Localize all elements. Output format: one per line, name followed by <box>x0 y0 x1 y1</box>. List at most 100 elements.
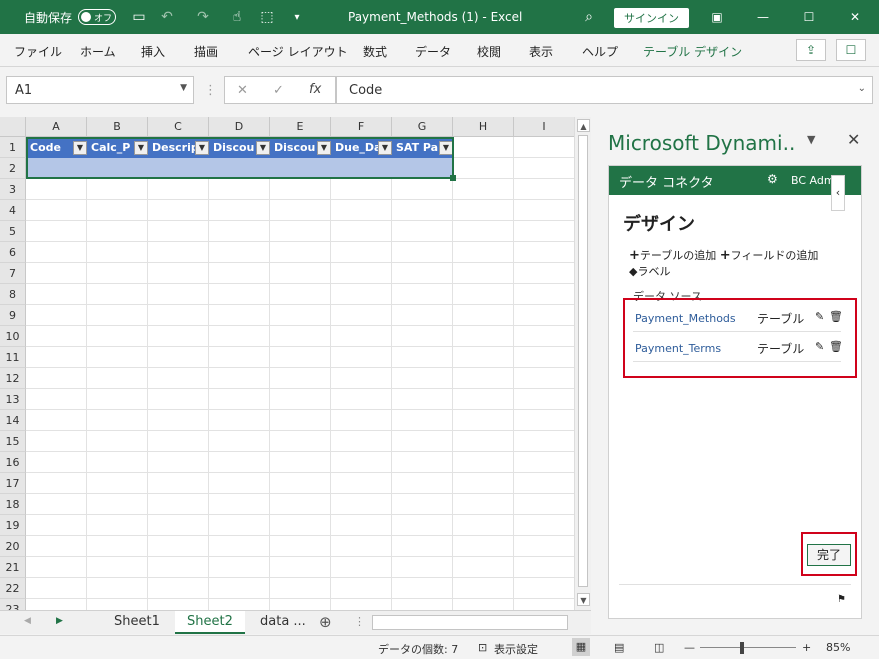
row-header[interactable]: 15 <box>0 431 26 452</box>
spreadsheet-grid[interactable]: ABCDEFGHI 1 2 3 4 5 6 7 8 9 10 11 12 13 14 15 16 17 18 19 2… <box>0 117 574 610</box>
row-header[interactable]: 4 <box>0 200 26 221</box>
fill-handle[interactable] <box>450 175 456 181</box>
flag-icon[interactable]: ⚑ <box>837 594 846 605</box>
normal-view-icon[interactable]: ▦ <box>572 638 590 656</box>
row-header[interactable]: 17 <box>0 473 26 494</box>
scroll-thumb[interactable] <box>578 135 588 587</box>
scroll-up-icon[interactable]: ▲ <box>577 119 590 132</box>
gear-icon[interactable]: ⚙ <box>767 172 778 186</box>
select-all-corner[interactable] <box>0 117 26 137</box>
name-box[interactable]: A1 ▼ <box>6 76 194 104</box>
insert-function-icon[interactable]: fx <box>309 82 321 97</box>
zoom-slider[interactable] <box>700 647 796 648</box>
sheet-tab-sheet2[interactable]: Sheet2 <box>175 611 245 634</box>
tab-home[interactable]: ホーム <box>80 43 116 60</box>
add-field-button[interactable]: +フィールドの追加 <box>720 248 819 263</box>
tab-help[interactable]: ヘルプ <box>582 43 618 60</box>
collapse-pane-icon[interactable]: ‹ <box>831 175 845 211</box>
row-header[interactable]: 19 <box>0 515 26 536</box>
row-header[interactable]: 18 <box>0 494 26 515</box>
row-header[interactable]: 16 <box>0 452 26 473</box>
label-button[interactable]: ◆ラベル <box>629 265 670 278</box>
gridline <box>26 367 574 368</box>
comments-icon[interactable]: ☐ <box>836 39 866 61</box>
column-header[interactable]: B <box>87 117 148 137</box>
display-settings-button[interactable]: 表示設定 <box>494 641 538 657</box>
redo-icon[interactable]: ↷ <box>192 6 214 28</box>
pane-options-icon[interactable]: ▼ <box>807 133 815 146</box>
column-header[interactable]: I <box>514 117 574 137</box>
vertical-scrollbar[interactable]: ▲ ▼ <box>574 117 591 610</box>
minimize-icon[interactable]: — <box>752 6 774 28</box>
tab-draw[interactable]: 描画 <box>194 43 218 60</box>
zoom-in-icon[interactable]: + <box>802 641 811 654</box>
row-header[interactable]: 8 <box>0 284 26 305</box>
save-icon[interactable]: ▭ <box>128 6 150 28</box>
sheet-tab-sheet1[interactable]: Sheet1 <box>102 611 172 634</box>
column-header[interactable]: H <box>453 117 514 137</box>
tab-data[interactable]: データ <box>415 43 451 60</box>
divider-icon[interactable]: ⋮ <box>354 615 365 628</box>
row-header[interactable]: 6 <box>0 242 26 263</box>
add-sheet-icon[interactable]: ⊕ <box>319 613 332 631</box>
select-icon[interactable]: ⬚ <box>256 6 278 28</box>
pane-close-icon[interactable]: ✕ <box>847 130 860 149</box>
signin-button[interactable]: サインイン <box>614 8 689 28</box>
page-break-view-icon[interactable]: ◫ <box>654 641 664 654</box>
row-header[interactable]: 2 <box>0 158 26 179</box>
column-header[interactable]: F <box>331 117 392 137</box>
display-settings-icon[interactable]: ⊡ <box>478 641 487 654</box>
row-header[interactable]: 7 <box>0 263 26 284</box>
maximize-icon[interactable]: ☐ <box>798 6 820 28</box>
column-header[interactable]: E <box>270 117 331 137</box>
sheet-tab-data[interactable]: data ... <box>248 611 318 634</box>
row-header[interactable]: 9 <box>0 305 26 326</box>
column-header[interactable]: C <box>148 117 209 137</box>
tab-review[interactable]: 校閲 <box>477 43 501 60</box>
tab-file[interactable]: ファイル <box>14 43 62 60</box>
chevron-down-icon[interactable]: ▼ <box>180 83 187 93</box>
customize-qat-icon[interactable]: ▾ <box>286 6 308 28</box>
tab-view[interactable]: 表示 <box>529 43 553 60</box>
horizontal-scrollbar[interactable] <box>372 615 568 630</box>
cancel-icon[interactable]: ✕ <box>237 83 248 98</box>
row-header[interactable]: 14 <box>0 410 26 431</box>
row-header[interactable]: 22 <box>0 578 26 599</box>
share-icon[interactable]: ⇪ <box>796 39 826 61</box>
ribbon-display-icon[interactable]: ▣ <box>706 6 728 28</box>
expand-formula-icon[interactable]: ⌄ <box>858 83 866 94</box>
zoom-level[interactable]: 85% <box>826 641 850 654</box>
row-header[interactable]: 3 <box>0 179 26 200</box>
scroll-tabs-right-icon[interactable]: ▶ <box>56 616 63 626</box>
column-header[interactable]: A <box>26 117 87 137</box>
row-header[interactable]: 23 <box>0 599 26 610</box>
tab-page-layout[interactable]: ページ レイアウト <box>248 43 348 60</box>
column-header[interactable]: G <box>392 117 453 137</box>
add-table-button[interactable]: +テーブルの追加 <box>629 248 716 263</box>
page-layout-view-icon[interactable]: ▤ <box>614 641 624 654</box>
formula-input[interactable]: Code ⌄ <box>336 76 873 104</box>
column-header[interactable]: D <box>209 117 270 137</box>
zoom-slider-thumb[interactable] <box>740 642 744 654</box>
gridline <box>391 137 392 610</box>
search-icon[interactable]: ⌕ <box>578 6 600 28</box>
undo-icon[interactable]: ↶ <box>156 6 178 28</box>
row-header[interactable]: 5 <box>0 221 26 242</box>
tab-table-design[interactable]: テーブル デザイン <box>643 43 742 60</box>
enter-icon[interactable]: ✓ <box>273 83 284 98</box>
scroll-down-icon[interactable]: ▼ <box>577 593 590 606</box>
row-header[interactable]: 10 <box>0 326 26 347</box>
tab-insert[interactable]: 挿入 <box>141 43 165 60</box>
zoom-out-icon[interactable]: — <box>684 641 695 654</box>
touch-mode-icon[interactable]: ☝ <box>226 6 248 28</box>
row-header[interactable]: 20 <box>0 536 26 557</box>
scroll-tabs-left-icon[interactable]: ◀ <box>24 616 31 626</box>
row-header[interactable]: 1 <box>0 137 26 158</box>
close-icon[interactable]: ✕ <box>844 6 866 28</box>
autosave-toggle[interactable]: オフ <box>78 9 117 25</box>
row-header[interactable]: 11 <box>0 347 26 368</box>
row-header[interactable]: 21 <box>0 557 26 578</box>
tab-formulas[interactable]: 数式 <box>363 43 387 60</box>
row-header[interactable]: 13 <box>0 389 26 410</box>
row-header[interactable]: 12 <box>0 368 26 389</box>
